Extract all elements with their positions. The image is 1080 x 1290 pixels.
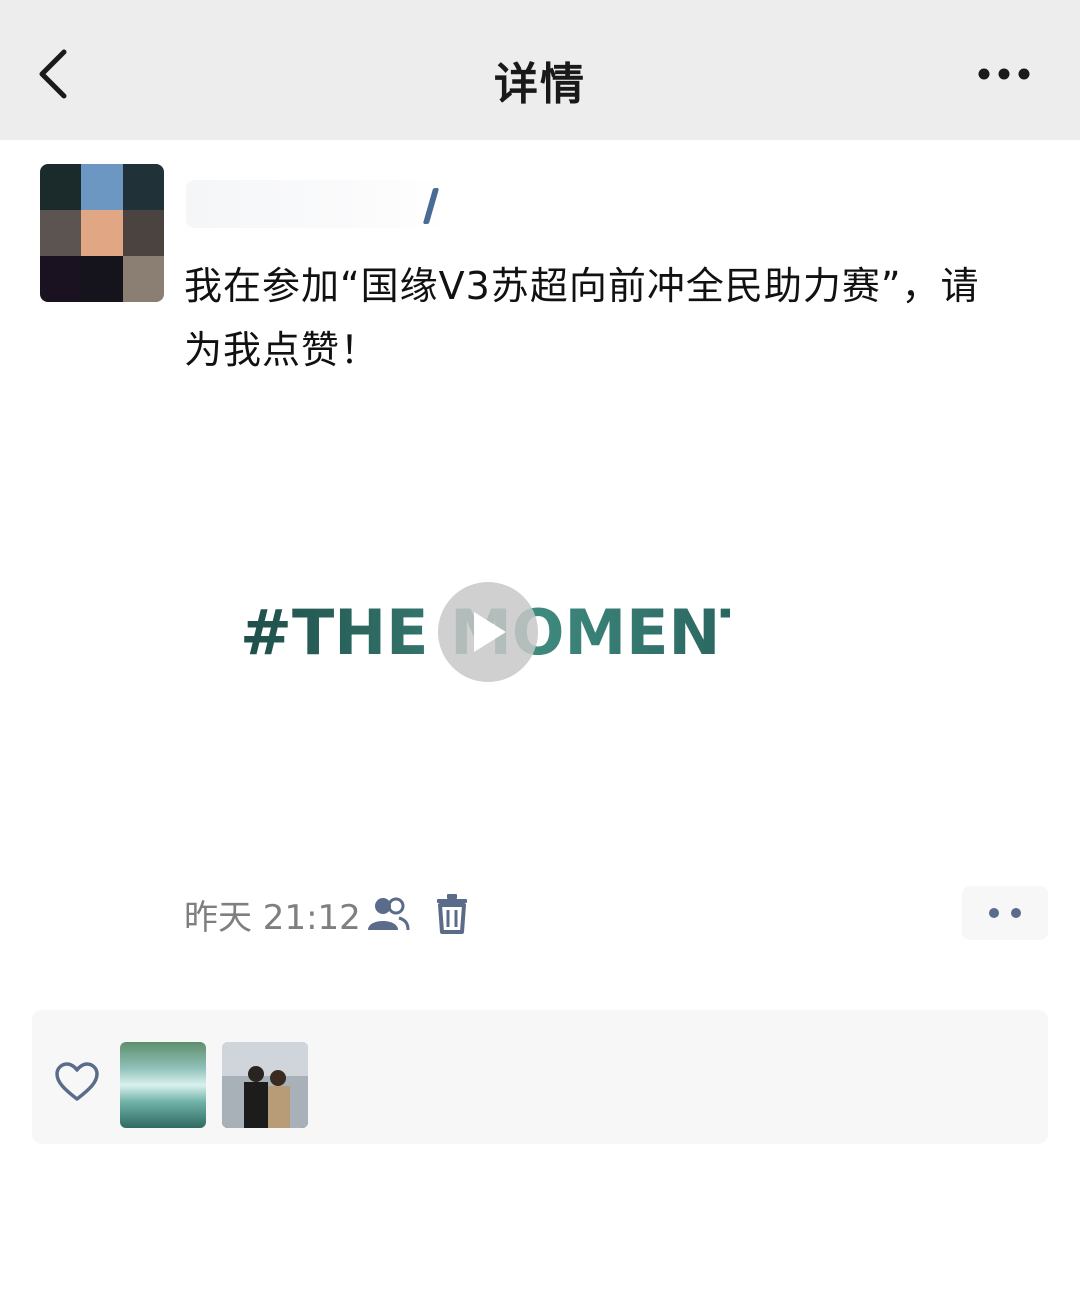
post-text: 我在参加“国缘V3苏超向前冲全民助力赛”，请为我点赞！ xyxy=(184,264,980,372)
heart-icon xyxy=(55,1062,99,1101)
friends-visibility-icon[interactable] xyxy=(366,896,410,932)
more-horizontal-icon xyxy=(978,68,1030,80)
author-name-blurred[interactable] xyxy=(186,180,446,228)
more-button[interactable] xyxy=(976,60,1032,88)
delete-icon[interactable] xyxy=(436,894,468,934)
nav-bar: 详情 xyxy=(0,0,1080,140)
page-title: 详情 xyxy=(494,59,586,110)
likes-section xyxy=(32,1010,1048,1144)
liker-avatar[interactable] xyxy=(120,1042,206,1128)
video-thumbnail[interactable]: #THE MOMENT xyxy=(184,400,784,860)
like-comment-button[interactable] xyxy=(962,886,1048,940)
author-avatar[interactable] xyxy=(40,164,164,302)
liker-avatar-image xyxy=(222,1042,308,1128)
play-button[interactable] xyxy=(438,582,538,682)
play-icon xyxy=(474,612,506,652)
liker-avatar[interactable] xyxy=(222,1042,308,1128)
post-time: 昨天 21:12 xyxy=(184,898,361,938)
dot-icon xyxy=(1011,908,1021,918)
dot-icon xyxy=(989,908,999,918)
